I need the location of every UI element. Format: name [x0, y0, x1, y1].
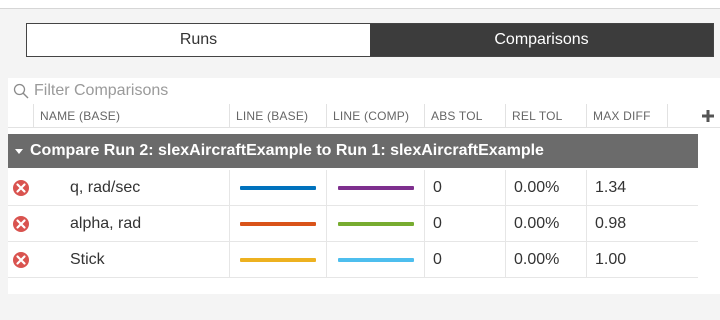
filter-bar	[8, 78, 720, 104]
header-status	[8, 104, 34, 127]
abs-tol-value[interactable]: 0	[425, 206, 506, 241]
line-base-swatch	[240, 257, 316, 262]
line-comp[interactable]	[327, 206, 425, 241]
table-row[interactable]: alpha, rad 0 0.00% 0.98	[8, 206, 698, 242]
filter-comparisons-input[interactable]	[34, 79, 434, 103]
line-comp[interactable]	[327, 170, 425, 205]
comparison-group-header[interactable]: Compare Run 2: slexAircraftExample to Ru…	[8, 134, 698, 168]
error-icon	[8, 170, 34, 205]
line-comp-swatch	[337, 185, 414, 190]
max-diff-value: 0.98	[595, 214, 627, 232]
max-diff-value: 1.34	[595, 178, 627, 196]
comparison-rows: q, rad/sec 0 0.00% 1.34 alpha, rad 0 0.0…	[8, 170, 698, 278]
header-name-base[interactable]: NAME (BASE)	[34, 104, 230, 127]
error-icon	[8, 206, 34, 241]
rel-tol-value[interactable]: 0.00%	[506, 242, 587, 277]
table-header: NAME (BASE) LINE (BASE) LINE (COMP) ABS …	[8, 104, 720, 128]
line-base-swatch	[240, 221, 316, 226]
line-base[interactable]	[230, 206, 327, 241]
header-max-diff[interactable]: MAX DIFF	[587, 104, 668, 127]
line-comp[interactable]	[327, 242, 425, 277]
header-line-comp[interactable]: LINE (COMP)	[327, 104, 425, 127]
max-diff-value: 1.00	[595, 250, 627, 268]
tab-runs[interactable]: Runs	[27, 24, 370, 56]
table-row[interactable]: Stick 0 0.00% 1.00	[8, 242, 698, 278]
signal-name: alpha, rad	[34, 206, 230, 241]
abs-tol-value[interactable]: 0	[425, 242, 506, 277]
line-comp-swatch	[337, 221, 414, 226]
search-icon	[8, 78, 34, 104]
signal-name: q, rad/sec	[34, 170, 230, 205]
line-base-swatch	[240, 185, 316, 190]
header-rel-tol[interactable]: REL TOL	[506, 104, 587, 127]
abs-tol-value[interactable]: 0	[425, 170, 506, 205]
line-base[interactable]	[230, 242, 327, 277]
plus-icon[interactable]	[698, 104, 718, 128]
comparisons-panel: NAME (BASE) LINE (BASE) LINE (COMP) ABS …	[8, 78, 720, 294]
line-base[interactable]	[230, 170, 327, 205]
runs-comparisons-toggle: Runs Comparisons	[26, 23, 714, 57]
table-row[interactable]: q, rad/sec 0 0.00% 1.34	[8, 170, 698, 206]
window-top-border	[0, 0, 720, 9]
header-line-base[interactable]: LINE (BASE)	[230, 104, 327, 127]
line-comp-swatch	[337, 257, 414, 262]
rel-tol-value[interactable]: 0.00%	[506, 170, 587, 205]
signal-name: Stick	[34, 242, 230, 277]
comparison-group-label: Compare Run 2: slexAircraftExample to Ru…	[30, 142, 544, 159]
collapse-arrow-icon[interactable]	[8, 146, 30, 156]
rel-tol-value[interactable]: 0.00%	[506, 206, 587, 241]
tab-comparisons[interactable]: Comparisons	[370, 24, 713, 56]
header-abs-tol[interactable]: ABS TOL	[425, 104, 506, 127]
error-icon	[8, 242, 34, 277]
